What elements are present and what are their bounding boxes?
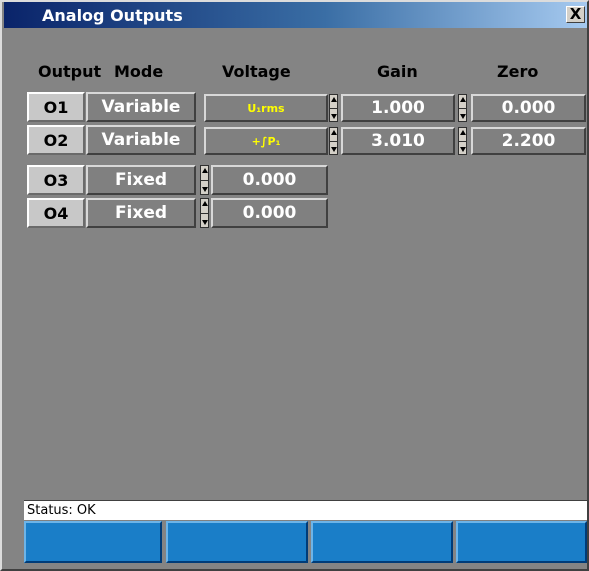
voltage-spinner-o3[interactable] bbox=[200, 165, 209, 195]
close-icon[interactable]: X bbox=[566, 6, 585, 23]
spin-up-icon[interactable] bbox=[460, 130, 466, 135]
spin-down-icon[interactable] bbox=[331, 147, 337, 152]
spin-down-icon[interactable] bbox=[331, 114, 337, 119]
analog-outputs-window: Analog Outputs X Output Mode Voltage Gai… bbox=[0, 0, 589, 571]
spin-up-icon[interactable] bbox=[460, 97, 466, 102]
spin-down-icon[interactable] bbox=[202, 220, 208, 225]
output-label-o4: O4 bbox=[27, 198, 85, 228]
output-label-o2: O2 bbox=[27, 125, 85, 155]
voltage-spinner-o4[interactable] bbox=[200, 198, 209, 228]
header-output: Output bbox=[38, 62, 102, 81]
gain-field-o2[interactable]: 3.010 bbox=[341, 127, 455, 155]
voltage-field-o3[interactable]: 0.000 bbox=[211, 165, 328, 195]
function-button-3[interactable] bbox=[311, 521, 453, 563]
spin-down-icon[interactable] bbox=[202, 187, 208, 192]
zero-field-o1[interactable]: 0.000 bbox=[471, 94, 586, 122]
spin-down-icon[interactable] bbox=[460, 114, 466, 119]
function-button-2[interactable] bbox=[166, 521, 308, 563]
output-label-o1: O1 bbox=[27, 92, 85, 122]
mode-field-o3[interactable]: Fixed bbox=[86, 165, 196, 195]
spin-up-icon[interactable] bbox=[202, 201, 208, 206]
zero-field-o2[interactable]: 2.200 bbox=[471, 127, 586, 155]
header-gain: Gain bbox=[377, 62, 418, 81]
spin-up-icon[interactable] bbox=[202, 168, 208, 173]
spin-up-icon[interactable] bbox=[331, 97, 337, 102]
voltage-spinner-o2[interactable] bbox=[329, 127, 338, 155]
mode-field-o4[interactable]: Fixed bbox=[86, 198, 196, 228]
header-voltage: Voltage bbox=[222, 62, 291, 81]
output-label-o3: O3 bbox=[27, 165, 85, 195]
header-mode: Mode bbox=[114, 62, 164, 81]
voltage-spinner-o1[interactable] bbox=[329, 94, 338, 122]
spin-down-icon[interactable] bbox=[460, 147, 466, 152]
mode-field-o1[interactable]: Variable bbox=[86, 92, 196, 122]
voltage-field-o4[interactable]: 0.000 bbox=[211, 198, 328, 228]
mode-field-o2[interactable]: Variable bbox=[86, 125, 196, 155]
spin-up-icon[interactable] bbox=[331, 130, 337, 135]
voltage-field-o1[interactable]: U₁rms bbox=[204, 94, 328, 122]
gain-spinner-o2[interactable] bbox=[458, 127, 467, 155]
header-zero: Zero bbox=[497, 62, 539, 81]
function-button-4[interactable] bbox=[456, 521, 587, 563]
window-title: Analog Outputs bbox=[42, 6, 183, 25]
gain-spinner-o1[interactable] bbox=[458, 94, 467, 122]
voltage-field-o2[interactable]: +∫P₁ bbox=[204, 127, 328, 155]
title-bar[interactable]: Analog Outputs X bbox=[4, 2, 587, 28]
status-bar: Status: OK bbox=[24, 500, 587, 521]
function-button-1[interactable] bbox=[24, 521, 162, 563]
gain-field-o1[interactable]: 1.000 bbox=[341, 94, 455, 122]
